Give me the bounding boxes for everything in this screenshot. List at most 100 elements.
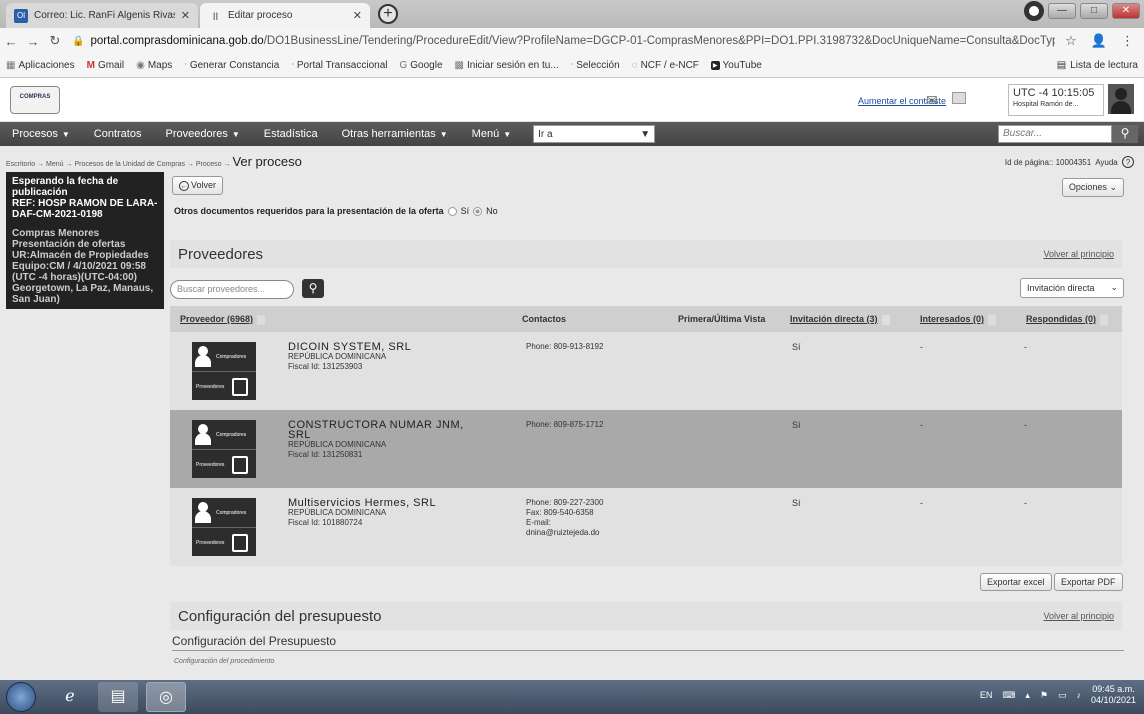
url-field[interactable]: 🔒 portal.comprasdominicana.gob.do/DO1Bus… <box>72 31 1055 51</box>
back-to-top-link[interactable]: Volver al principio <box>1043 611 1114 621</box>
chrome-icon[interactable]: ◎ <box>146 682 186 712</box>
page-title: Ver proceso <box>232 154 302 169</box>
close-tab-icon[interactable]: ✕ <box>353 9 362 22</box>
minimize-button[interactable]: — <box>1048 3 1076 19</box>
back-button[interactable]: ← Volver <box>172 176 224 195</box>
bookmark-gmail[interactable]: M Gmail <box>87 60 124 71</box>
page-icon: ᐧ <box>291 60 294 71</box>
lock-icon: 🔒 <box>72 35 85 47</box>
microsoft-icon: ▩ <box>454 60 464 71</box>
supplier-country: REPÚBLICA DOMINICANA <box>288 352 387 361</box>
supplier-name[interactable]: DICOIN SYSTEM, SRL <box>288 342 518 353</box>
back-circle-icon: ← <box>179 181 189 191</box>
supplier-name[interactable]: Multiservicios Hermes, SRL <box>288 498 518 509</box>
nav-procesos[interactable]: Procesos ▼ <box>0 128 82 140</box>
goto-select[interactable]: Ir a ▼ <box>533 125 656 143</box>
mail-icon[interactable]: ✉ <box>926 92 938 109</box>
radio-no[interactable] <box>473 206 483 216</box>
dropdown-arrow-icon: ▼ <box>640 128 651 140</box>
supplier-contact: Phone: 809-913-8192 <box>526 342 604 351</box>
site-header: COMPRAS Aumentar el contraste ✉ UTC -4 1… <box>0 78 1144 122</box>
flag-icon[interactable]: ⚑ <box>1040 690 1048 701</box>
calendar-icon[interactable] <box>952 92 966 104</box>
ie-icon[interactable]: ℯ <box>50 682 90 712</box>
supplier-info: DICOIN SYSTEM, SRL REPÚBLICA DOMINICANA … <box>288 342 518 372</box>
main-nav: Procesos ▼ Contratos Proveedores ▼ Estadís… <box>0 122 1144 146</box>
record-icon[interactable] <box>1024 1 1044 21</box>
supplier-country: REPÚBLICA DOMINICANA <box>288 440 387 449</box>
bookmark-youtube[interactable]: ▶ YouTube <box>710 60 762 71</box>
table-row[interactable]: Compradores Proveedores CONSTRUCTORA NUM… <box>170 410 1122 488</box>
breadcrumb-trail[interactable]: Escritorio → Menú → Procesos de la Unida… <box>6 161 230 168</box>
reload-icon[interactable]: ↻ <box>44 33 66 49</box>
volume-icon[interactable]: ♪ <box>1076 690 1081 700</box>
bookmark-google[interactable]: G Google <box>400 60 443 71</box>
export-pdf-button[interactable]: Exportar PDF <box>1054 573 1123 591</box>
supplier-name[interactable]: CONSTRUCTORA NUMAR JNM, SRL <box>288 420 488 441</box>
close-window-button[interactable]: ✕ <box>1112 3 1140 19</box>
header-responded[interactable]: Respondidas (0) <box>1026 314 1109 325</box>
header-interested[interactable]: Interesados (0) <box>920 314 997 325</box>
nav-estadistica[interactable]: Estadística <box>252 128 330 140</box>
nav-contratos[interactable]: Contratos <box>82 128 154 140</box>
invitation-filter-select[interactable]: Invitación directa ⌄ <box>1020 278 1124 298</box>
help-link[interactable]: Ayuda <box>1095 158 1118 167</box>
table-row[interactable]: Compradores Proveedores Multiservicios H… <box>170 488 1122 566</box>
bookmark-maps[interactable]: ◉ Maps <box>136 60 172 71</box>
keyboard-icon[interactable]: ⌨ <box>1002 690 1015 701</box>
star-icon[interactable]: ☆ <box>1065 33 1077 49</box>
network-icon[interactable]: ▭ <box>1058 690 1067 701</box>
supplier-search-input[interactable]: Buscar proveedores... <box>170 280 294 299</box>
process-details: Compras Menores Presentación de ofertas … <box>12 228 154 305</box>
supplier-interested: - <box>920 420 923 430</box>
browser-tab-mail[interactable]: Ol Correo: Lic. RanFi Algenis Rivas ✕ <box>6 3 198 28</box>
tab-title: Correo: Lic. RanFi Algenis Rivas <box>34 10 175 21</box>
nav-proveedores[interactable]: Proveedores ▼ <box>153 128 251 140</box>
sort-icon <box>988 314 997 325</box>
bookmark-portal-transaccional[interactable]: ᐧ Portal Transaccional <box>291 60 387 71</box>
nav-menu[interactable]: Menú ▼ <box>460 128 523 140</box>
maximize-button[interactable]: □ <box>1080 3 1108 19</box>
help-icon[interactable]: ? <box>1122 156 1134 168</box>
bookmark-seleccion[interactable]: ᐧ Selección <box>571 60 620 71</box>
new-tab-button[interactable]: + <box>378 4 398 24</box>
options-button[interactable]: Opciones ⌄ <box>1061 178 1124 197</box>
caret-down-icon: ▼ <box>439 130 448 139</box>
menu-dots-icon[interactable]: ⋮ <box>1121 33 1134 49</box>
budget-subtitle: Configuración del Presupuesto <box>172 634 1124 651</box>
bookmark-ncf[interactable]: ◌ NCF / e-NCF <box>632 60 699 71</box>
global-search-input[interactable]: Buscar... <box>998 125 1112 143</box>
header-direct-invitation[interactable]: Invitación directa (3) <box>790 314 890 325</box>
bookmark-iniciar-sesion[interactable]: ▩ Iniciar sesión en tu... <box>455 60 559 71</box>
forward-arrow-icon[interactable]: → <box>22 34 44 49</box>
user-info-box[interactable]: UTC -4 10:15:05 Hospital Ramón de... <box>1008 84 1104 116</box>
hospital-name: Hospital Ramón de... <box>1013 101 1079 108</box>
chevron-down-icon: ⌄ <box>1110 282 1118 292</box>
back-arrow-icon[interactable]: ← <box>0 34 22 49</box>
start-button[interactable] <box>6 682 36 712</box>
budget-section-title: Configuración del presupuesto Volver al … <box>170 602 1122 630</box>
tray-expand-icon[interactable]: ▴ <box>1025 690 1030 701</box>
search-icon[interactable]: ⚲ <box>1112 125 1138 143</box>
search-icon[interactable]: ⚲ <box>302 279 324 298</box>
reading-list[interactable]: ▤ Lista de lectura <box>1057 60 1138 71</box>
header-supplier[interactable]: Proveedor (6968) <box>180 314 266 325</box>
bookmark-generar-constancia[interactable]: ᐧ Generar Constancia <box>184 60 279 71</box>
explorer-icon[interactable]: ▤ <box>98 682 138 712</box>
bookmark-aplicaciones[interactable]: ▦ Aplicaciones <box>6 60 75 71</box>
close-tab-icon[interactable]: ✕ <box>181 9 190 22</box>
circle-icon: ◌ <box>631 60 638 71</box>
browser-tab-editar-proceso[interactable]: ॥ Editar proceso ✕ <box>200 3 370 28</box>
compras-logo[interactable]: COMPRAS <box>10 86 60 114</box>
supplier-logo: Compradores Proveedores <box>192 420 256 478</box>
language-indicator[interactable]: EN <box>980 690 993 700</box>
maps-icon: ◉ <box>136 60 145 71</box>
export-excel-button[interactable]: Exportar excel <box>980 573 1052 591</box>
clock[interactable]: 09:45 a.m. 04/10/2021 <box>1091 684 1136 706</box>
profile-icon[interactable]: 👤 <box>1091 33 1107 49</box>
radio-si[interactable] <box>447 206 457 216</box>
back-to-top-link[interactable]: Volver al principio <box>1043 249 1114 259</box>
table-row[interactable]: Compradores Proveedores DICOIN SYSTEM, S… <box>170 332 1122 410</box>
nav-otras-herramientas[interactable]: Otras herramientas ▼ <box>330 128 460 140</box>
avatar[interactable] <box>1108 84 1134 114</box>
